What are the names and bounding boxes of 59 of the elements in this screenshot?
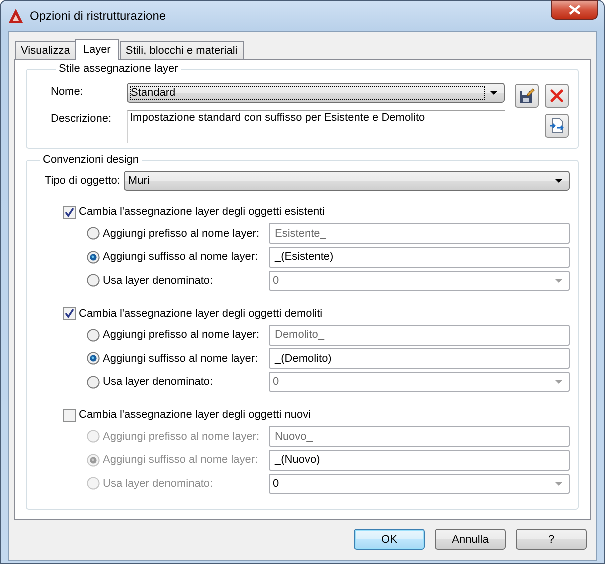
- radio-button[interactable]: [87, 430, 100, 444]
- caret-icon: [555, 380, 563, 384]
- close-icon: [568, 5, 580, 15]
- radio-label[interactable]: Usa layer denominato:: [103, 376, 214, 388]
- radio-button[interactable]: [87, 454, 100, 467]
- tab[interactable]: Stili, blocchi e materiali: [120, 41, 244, 59]
- input-field[interactable]: _(Demolito): [269, 348, 570, 370]
- input-field[interactable]: Esistente_: [269, 223, 570, 244]
- tab[interactable]: Layer: [75, 39, 119, 60]
- field-label: Nome:: [51, 85, 84, 100]
- radio-label[interactable]: Aggiungi suffisso al nome layer:: [103, 251, 258, 264]
- layer-dropdown[interactable]: 0: [269, 270, 570, 291]
- dialog-button[interactable]: OK: [354, 529, 425, 550]
- layer-dropdown[interactable]: 0: [269, 474, 570, 494]
- caret-icon: [555, 482, 563, 486]
- checkbox[interactable]: [63, 307, 76, 320]
- radio-label[interactable]: Aggiungi suffisso al nome layer:: [103, 352, 258, 365]
- input-field[interactable]: _(Esistente): [269, 246, 570, 268]
- import-icon: [549, 118, 565, 134]
- radio-label[interactable]: Usa layer denominato:: [103, 274, 214, 287]
- save-icon: [519, 88, 535, 104]
- style-dropdown[interactable]: Standard: [127, 83, 505, 103]
- caret-icon: [555, 278, 563, 283]
- tab[interactable]: Visualizza: [15, 41, 76, 59]
- delete-icon: [549, 88, 565, 104]
- radio-label[interactable]: Aggiungi prefisso al nome layer:: [103, 329, 260, 342]
- dialog-button[interactable]: Annulla: [435, 529, 506, 550]
- checkbox[interactable]: [63, 206, 76, 218]
- group-title: Stile assegnazione layer: [58, 63, 180, 75]
- radio-button[interactable]: [87, 352, 100, 366]
- radio-button[interactable]: [87, 274, 100, 288]
- field-label: Tipo di oggetto:: [45, 175, 120, 187]
- field-label: Descrizione:: [51, 112, 113, 127]
- radio-label[interactable]: Aggiungi prefisso al nome layer:: [103, 228, 260, 240]
- radio-button[interactable]: [87, 376, 100, 389]
- object-type-dropdown[interactable]: Muri: [124, 171, 570, 191]
- import-button[interactable]: [545, 114, 569, 138]
- radio-button[interactable]: [87, 328, 100, 342]
- delete-button[interactable]: [545, 84, 569, 108]
- dialog-button[interactable]: ?: [516, 529, 587, 550]
- radio-button[interactable]: [87, 227, 100, 240]
- checkbox[interactable]: [63, 408, 76, 422]
- input-field[interactable]: Demolito_: [269, 324, 570, 346]
- checkbox-label[interactable]: Cambia l'assegnazione layer degli oggetti nuovi: [79, 409, 312, 421]
- input-field[interactable]: Nuovo_: [269, 426, 570, 448]
- input-field[interactable]: _(Nuovo): [269, 450, 570, 471]
- app-logo-icon: [8, 8, 24, 24]
- checkbox-label[interactable]: Cambia l'assegnazione layer degli oggetti demoliti: [79, 308, 323, 320]
- layer-dropdown[interactable]: 0: [269, 372, 570, 392]
- save-button[interactable]: [515, 84, 539, 108]
- radio-button[interactable]: [87, 250, 100, 264]
- checkbox-label[interactable]: Cambia l'assegnazione layer degli oggetti esistenti: [79, 206, 326, 218]
- group-title: Convenzioni design: [42, 154, 140, 166]
- caret-icon: [490, 91, 498, 95]
- window-title: Opzioni di ristrutturazione: [30, 9, 166, 23]
- close-button[interactable]: [551, 0, 598, 20]
- radio-button[interactable]: [87, 477, 100, 490]
- caret-icon: [555, 179, 563, 183]
- description-text: Impostazione standard con suffisso per Esistente e Demolito: [127, 110, 505, 143]
